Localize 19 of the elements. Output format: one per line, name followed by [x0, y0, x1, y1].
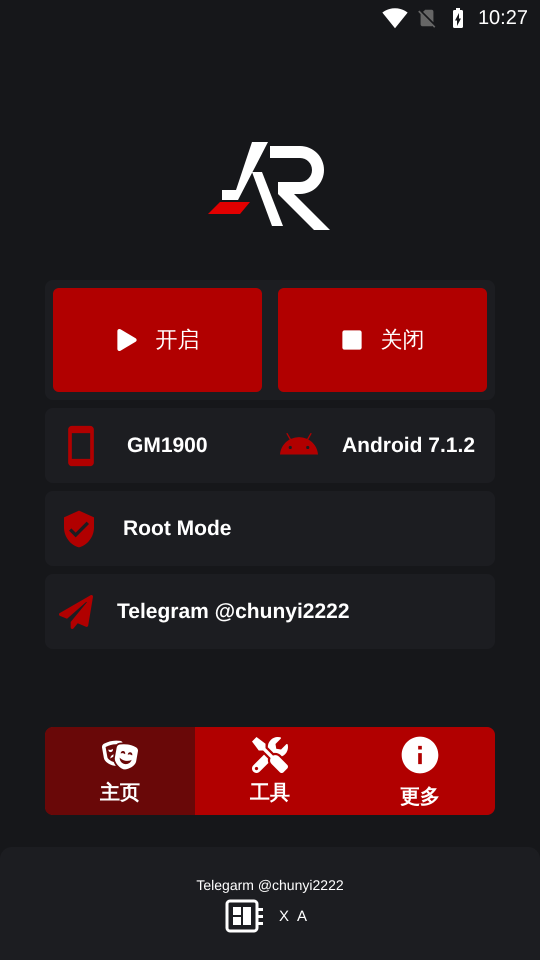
footer-brand: XA: [278, 908, 315, 924]
device-model: GM1900: [127, 434, 208, 458]
nav-tab[interactable]: 主页: [45, 727, 195, 815]
logo-icon: [208, 142, 332, 230]
stop-button[interactable]: 关闭: [278, 288, 487, 392]
footer-contact: Telegarm @chunyi2222: [196, 877, 344, 893]
root-label: Root Mode: [123, 516, 232, 540]
android-version: Android 7.1.2: [342, 434, 475, 458]
tools-icon: [252, 736, 288, 772]
start-button[interactable]: 开启: [53, 288, 262, 392]
nav-tab[interactable]: 更多: [345, 727, 495, 815]
paper-plane-icon: [59, 594, 93, 628]
status-time: 10:27: [478, 6, 528, 30]
stop-icon: [340, 329, 362, 351]
nav-tab[interactable]: 工具: [195, 727, 345, 815]
no-sim-icon: [416, 7, 438, 29]
chip-icon: [224, 899, 265, 933]
telegram-label: Telegram @chunyi2222: [117, 600, 350, 624]
play-icon: [116, 329, 138, 351]
